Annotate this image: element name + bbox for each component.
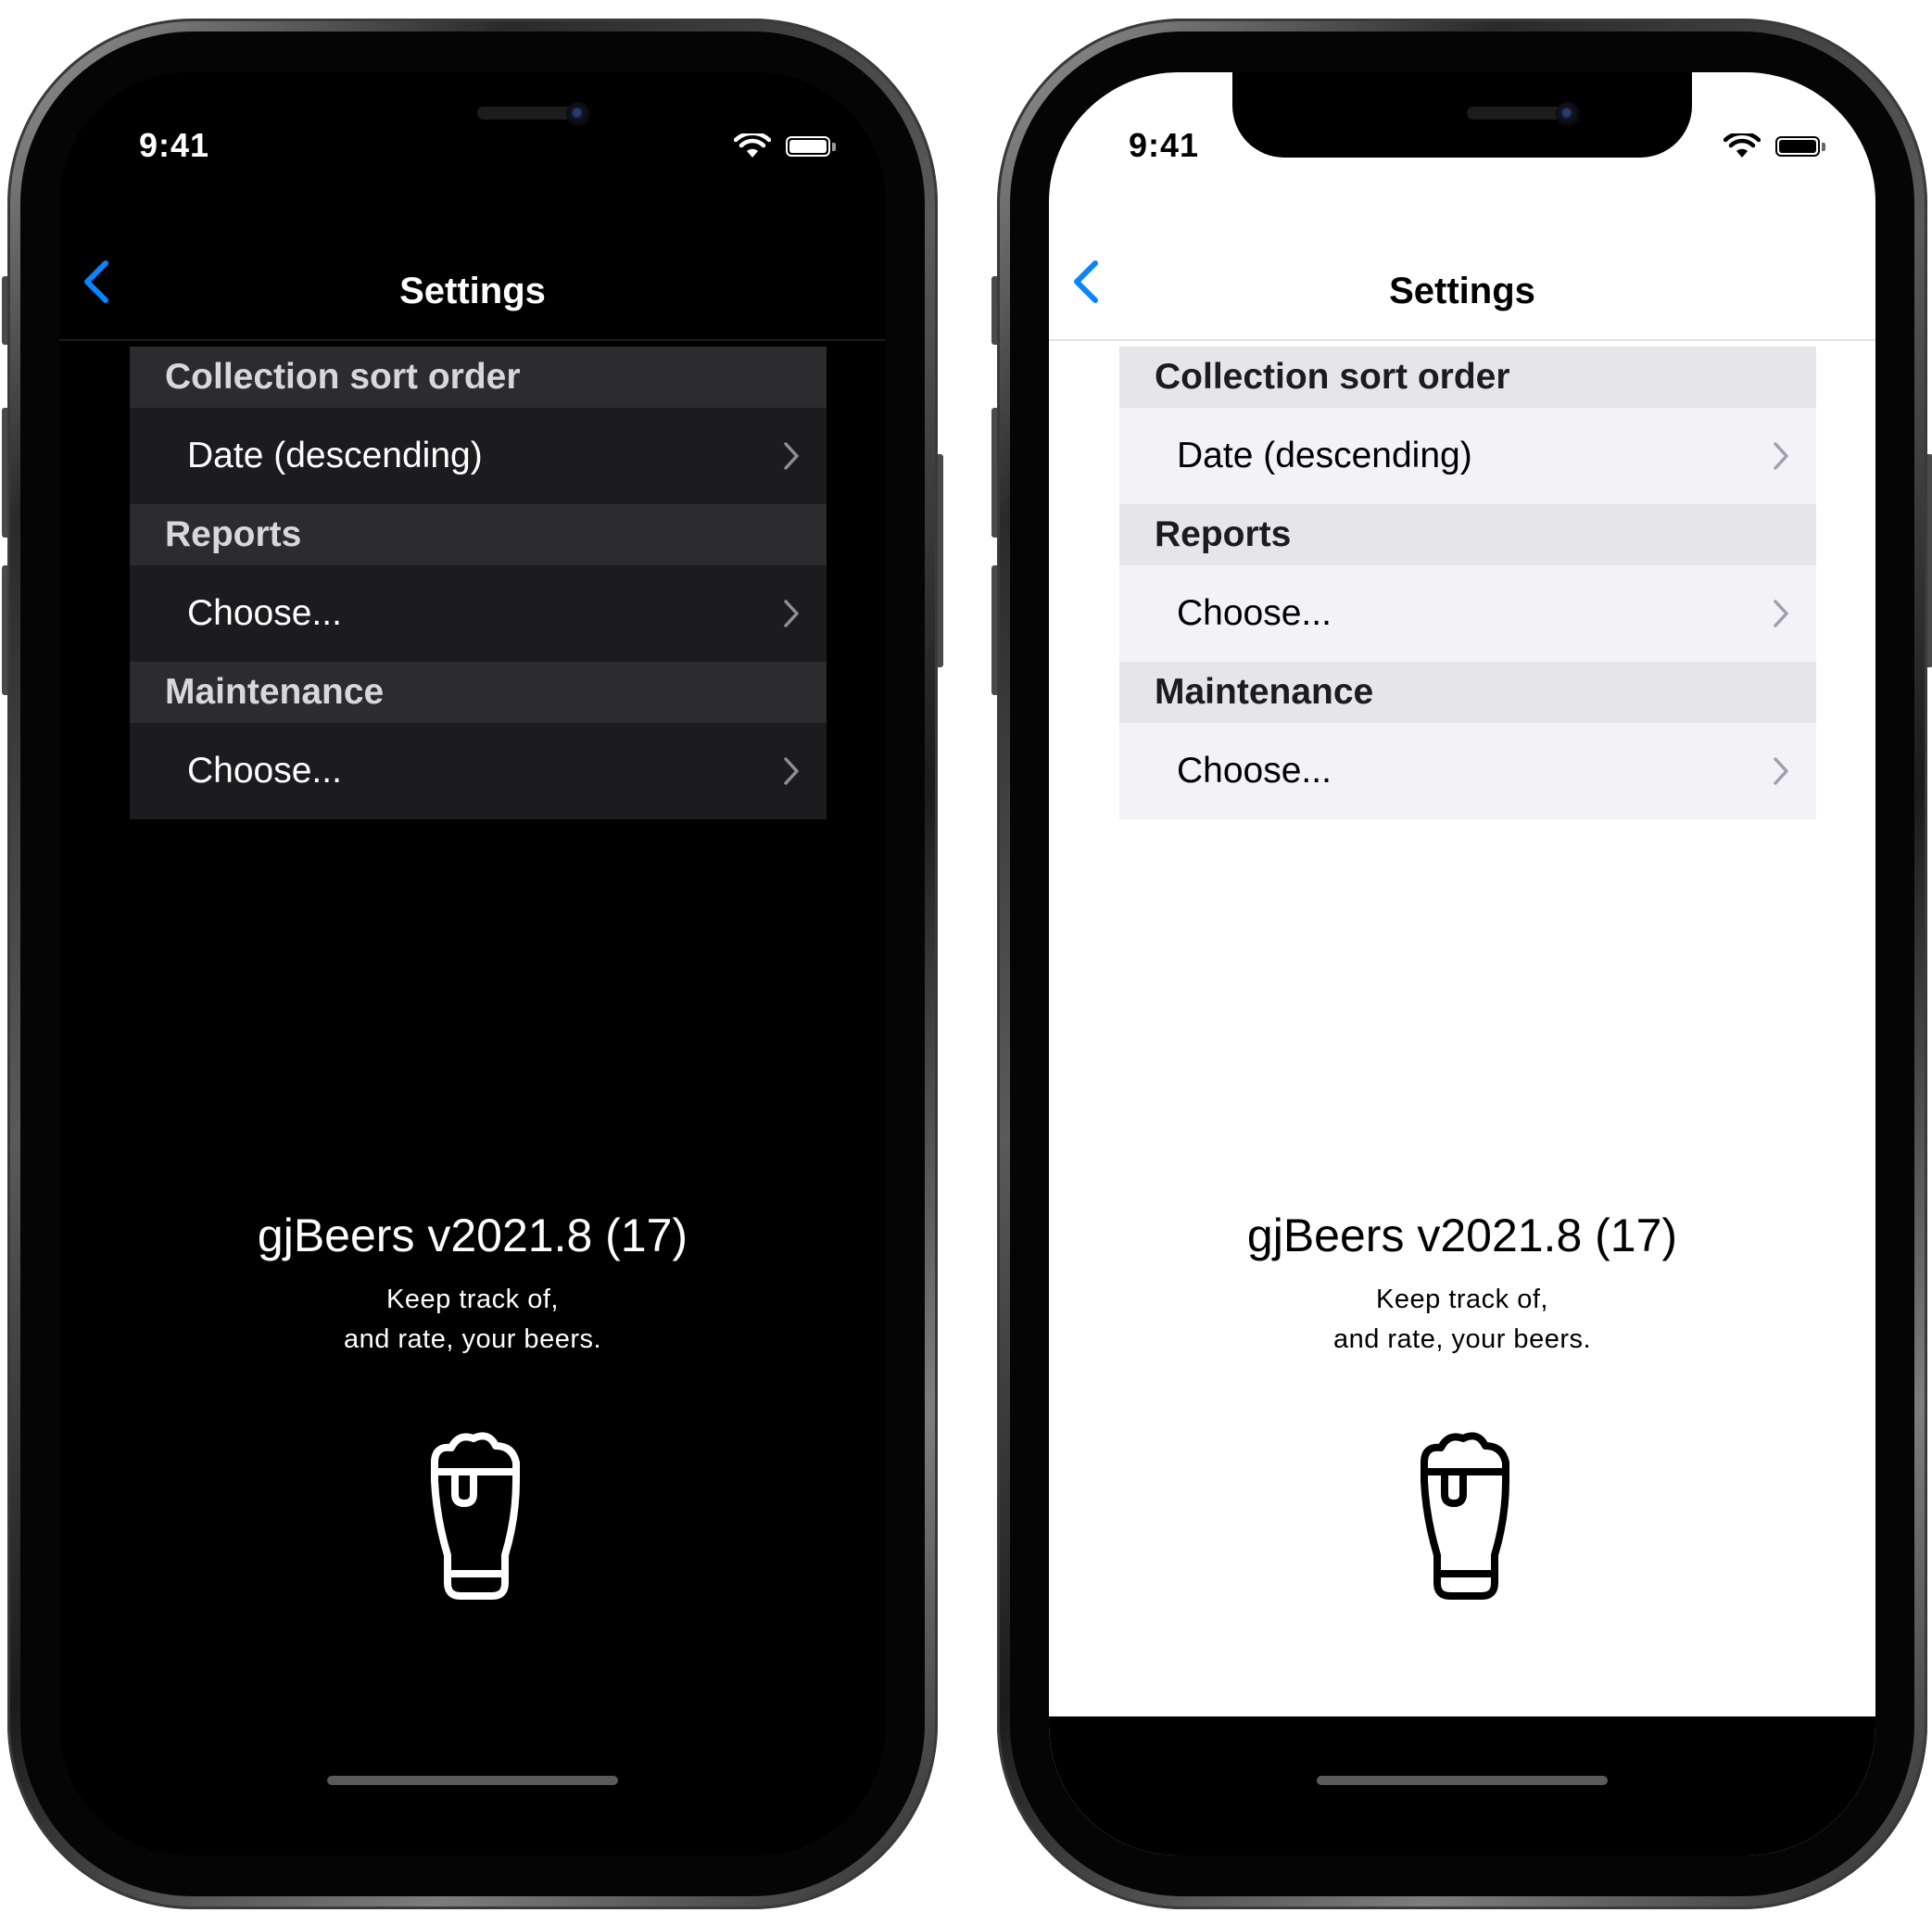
battery-icon xyxy=(786,136,836,157)
row-label: Choose... xyxy=(1177,751,1332,791)
status-time: 9:41 xyxy=(1129,126,1200,164)
maintenance-row[interactable]: Choose... xyxy=(1119,723,1816,819)
settings-list: Collection sort order Date (descending) … xyxy=(130,347,827,819)
status-icons xyxy=(734,133,836,159)
page-title: Settings xyxy=(399,271,546,311)
notch xyxy=(243,72,702,158)
app-tagline: Keep track of, and rate, your beers. xyxy=(59,1280,886,1360)
tagline-line-1: Keep track of, xyxy=(1376,1285,1548,1314)
phone-light: 9:41 Settings Collection sort order Date… xyxy=(991,19,1932,1909)
notch xyxy=(1232,72,1692,158)
settings-list: Collection sort order Date (descending) … xyxy=(1119,347,1816,819)
chevron-right-icon xyxy=(1774,757,1788,785)
app-version: gjBeers v2021.8 (17) xyxy=(1246,1209,1678,1261)
home-area xyxy=(1049,1716,1875,1855)
tagline-line-2: and rate, your beers. xyxy=(1332,1324,1592,1354)
chevron-right-icon xyxy=(784,600,799,627)
navigation-bar: Settings xyxy=(59,211,886,341)
front-camera xyxy=(1556,102,1580,126)
page-title: Settings xyxy=(1389,271,1535,311)
row-label: Choose... xyxy=(187,751,342,791)
row-label: Choose... xyxy=(187,593,342,633)
section-header-sort-order: Collection sort order xyxy=(130,347,827,408)
app-version: gjBeers v2021.8 (17) xyxy=(257,1209,688,1261)
phone-dark: 9:41 Settings Collection sort order Date… xyxy=(2,19,943,1909)
home-indicator[interactable] xyxy=(327,1776,618,1785)
row-label: Date (descending) xyxy=(187,436,483,475)
battery-icon xyxy=(1775,136,1825,157)
status-icons xyxy=(1724,133,1825,159)
front-camera xyxy=(566,102,590,126)
home-indicator[interactable] xyxy=(1317,1776,1608,1785)
section-header-maintenance: Maintenance xyxy=(1119,662,1816,723)
reports-row[interactable]: Choose... xyxy=(1119,565,1816,662)
maintenance-row[interactable]: Choose... xyxy=(130,723,827,819)
section-header-maintenance: Maintenance xyxy=(130,662,827,723)
chevron-right-icon xyxy=(1774,442,1788,470)
navigation-bar: Settings xyxy=(1049,211,1875,341)
wifi-icon xyxy=(734,133,771,158)
section-header-reports: Reports xyxy=(130,504,827,565)
screen: 9:41 Settings Collection sort order Date… xyxy=(1049,72,1875,1855)
section-header-sort-order: Collection sort order xyxy=(1119,347,1816,408)
chevron-right-icon xyxy=(1774,600,1788,627)
screen: 9:41 Settings Collection sort order Date… xyxy=(59,72,886,1855)
beer-glass-icon xyxy=(1421,1432,1509,1600)
reports-row[interactable]: Choose... xyxy=(130,565,827,662)
chevron-right-icon xyxy=(784,442,799,470)
sort-order-row[interactable]: Date (descending) xyxy=(130,408,827,504)
app-tagline: Keep track of, and rate, your beers. xyxy=(1049,1280,1875,1360)
row-label: Date (descending) xyxy=(1177,436,1472,475)
section-header-reports: Reports xyxy=(1119,504,1816,565)
row-label: Choose... xyxy=(1177,593,1332,633)
sort-order-row[interactable]: Date (descending) xyxy=(1119,408,1816,504)
beer-glass-icon xyxy=(431,1432,520,1600)
wifi-icon xyxy=(1724,133,1761,158)
tagline-line-1: Keep track of, xyxy=(386,1285,559,1314)
chevron-right-icon xyxy=(784,757,799,785)
status-time: 9:41 xyxy=(139,126,210,164)
tagline-line-2: and rate, your beers. xyxy=(343,1324,602,1354)
